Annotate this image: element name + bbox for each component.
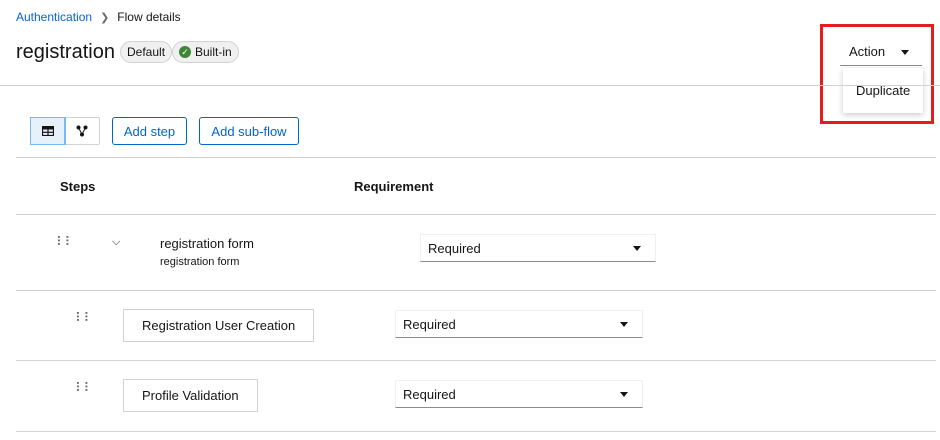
column-header-requirement: Requirement bbox=[354, 179, 434, 194]
requirement-select-value: Required bbox=[403, 316, 456, 332]
diagram-icon bbox=[76, 125, 88, 137]
diagram-view-toggle[interactable] bbox=[65, 118, 99, 144]
step-name: registration form bbox=[160, 236, 254, 251]
menu-item-duplicate[interactable]: Duplicate bbox=[843, 68, 923, 113]
action-label: Action bbox=[849, 44, 886, 59]
header-divider bbox=[0, 85, 940, 86]
requirement-select-value: Required bbox=[428, 240, 481, 256]
requirement-select-value: Required bbox=[403, 386, 456, 402]
table-top-divider bbox=[16, 157, 936, 158]
action-menu: Duplicate bbox=[843, 68, 923, 113]
add-subflow-button[interactable]: Add sub-flow bbox=[199, 117, 299, 145]
breadcrumb-link-authentication[interactable]: Authentication bbox=[16, 10, 92, 24]
breadcrumb-current: Flow details bbox=[117, 10, 181, 24]
step-name-box: Registration User Creation bbox=[123, 309, 315, 342]
view-toggle-group bbox=[29, 117, 100, 145]
requirement-select[interactable]: Required bbox=[395, 310, 643, 338]
default-badge-label: Default bbox=[127, 45, 166, 59]
row-divider bbox=[16, 290, 936, 291]
add-step-button[interactable]: Add step bbox=[112, 117, 187, 145]
chevron-down-icon[interactable]: ⌵ bbox=[112, 236, 120, 249]
caret-down-icon bbox=[620, 322, 628, 327]
action-dropdown-toggle[interactable]: Action bbox=[840, 38, 922, 66]
row-divider bbox=[16, 360, 936, 361]
table-icon bbox=[41, 126, 54, 136]
row-divider bbox=[16, 431, 936, 432]
drag-handle-icon[interactable]: ⠇⠇ bbox=[56, 235, 74, 248]
built-in-badge: ✓ Built-in bbox=[172, 41, 239, 63]
step-name: Profile Validation bbox=[142, 388, 239, 403]
chevron-right-icon: ❯ bbox=[100, 11, 110, 24]
default-badge: Default bbox=[120, 41, 173, 63]
step-name-box: Profile Validation bbox=[123, 379, 258, 412]
breadcrumb: Authentication ❯ Flow details bbox=[16, 9, 181, 25]
column-header-steps: Steps bbox=[60, 179, 96, 194]
check-circle-icon: ✓ bbox=[179, 46, 191, 58]
page-title: registration bbox=[16, 41, 115, 63]
requirement-select[interactable]: Required bbox=[420, 234, 656, 262]
header-row-divider bbox=[16, 214, 936, 215]
drag-handle-icon[interactable]: ⠇⠇ bbox=[75, 381, 93, 394]
caret-down-icon bbox=[901, 50, 909, 55]
step-description: registration form bbox=[160, 256, 240, 268]
table-view-toggle[interactable] bbox=[29, 117, 67, 145]
requirement-select[interactable]: Required bbox=[395, 380, 643, 408]
drag-handle-icon[interactable]: ⠇⠇ bbox=[75, 311, 93, 324]
step-name: Registration User Creation bbox=[142, 318, 296, 333]
built-in-badge-label: Built-in bbox=[195, 45, 232, 59]
caret-down-icon bbox=[633, 246, 641, 251]
caret-down-icon bbox=[620, 392, 628, 397]
